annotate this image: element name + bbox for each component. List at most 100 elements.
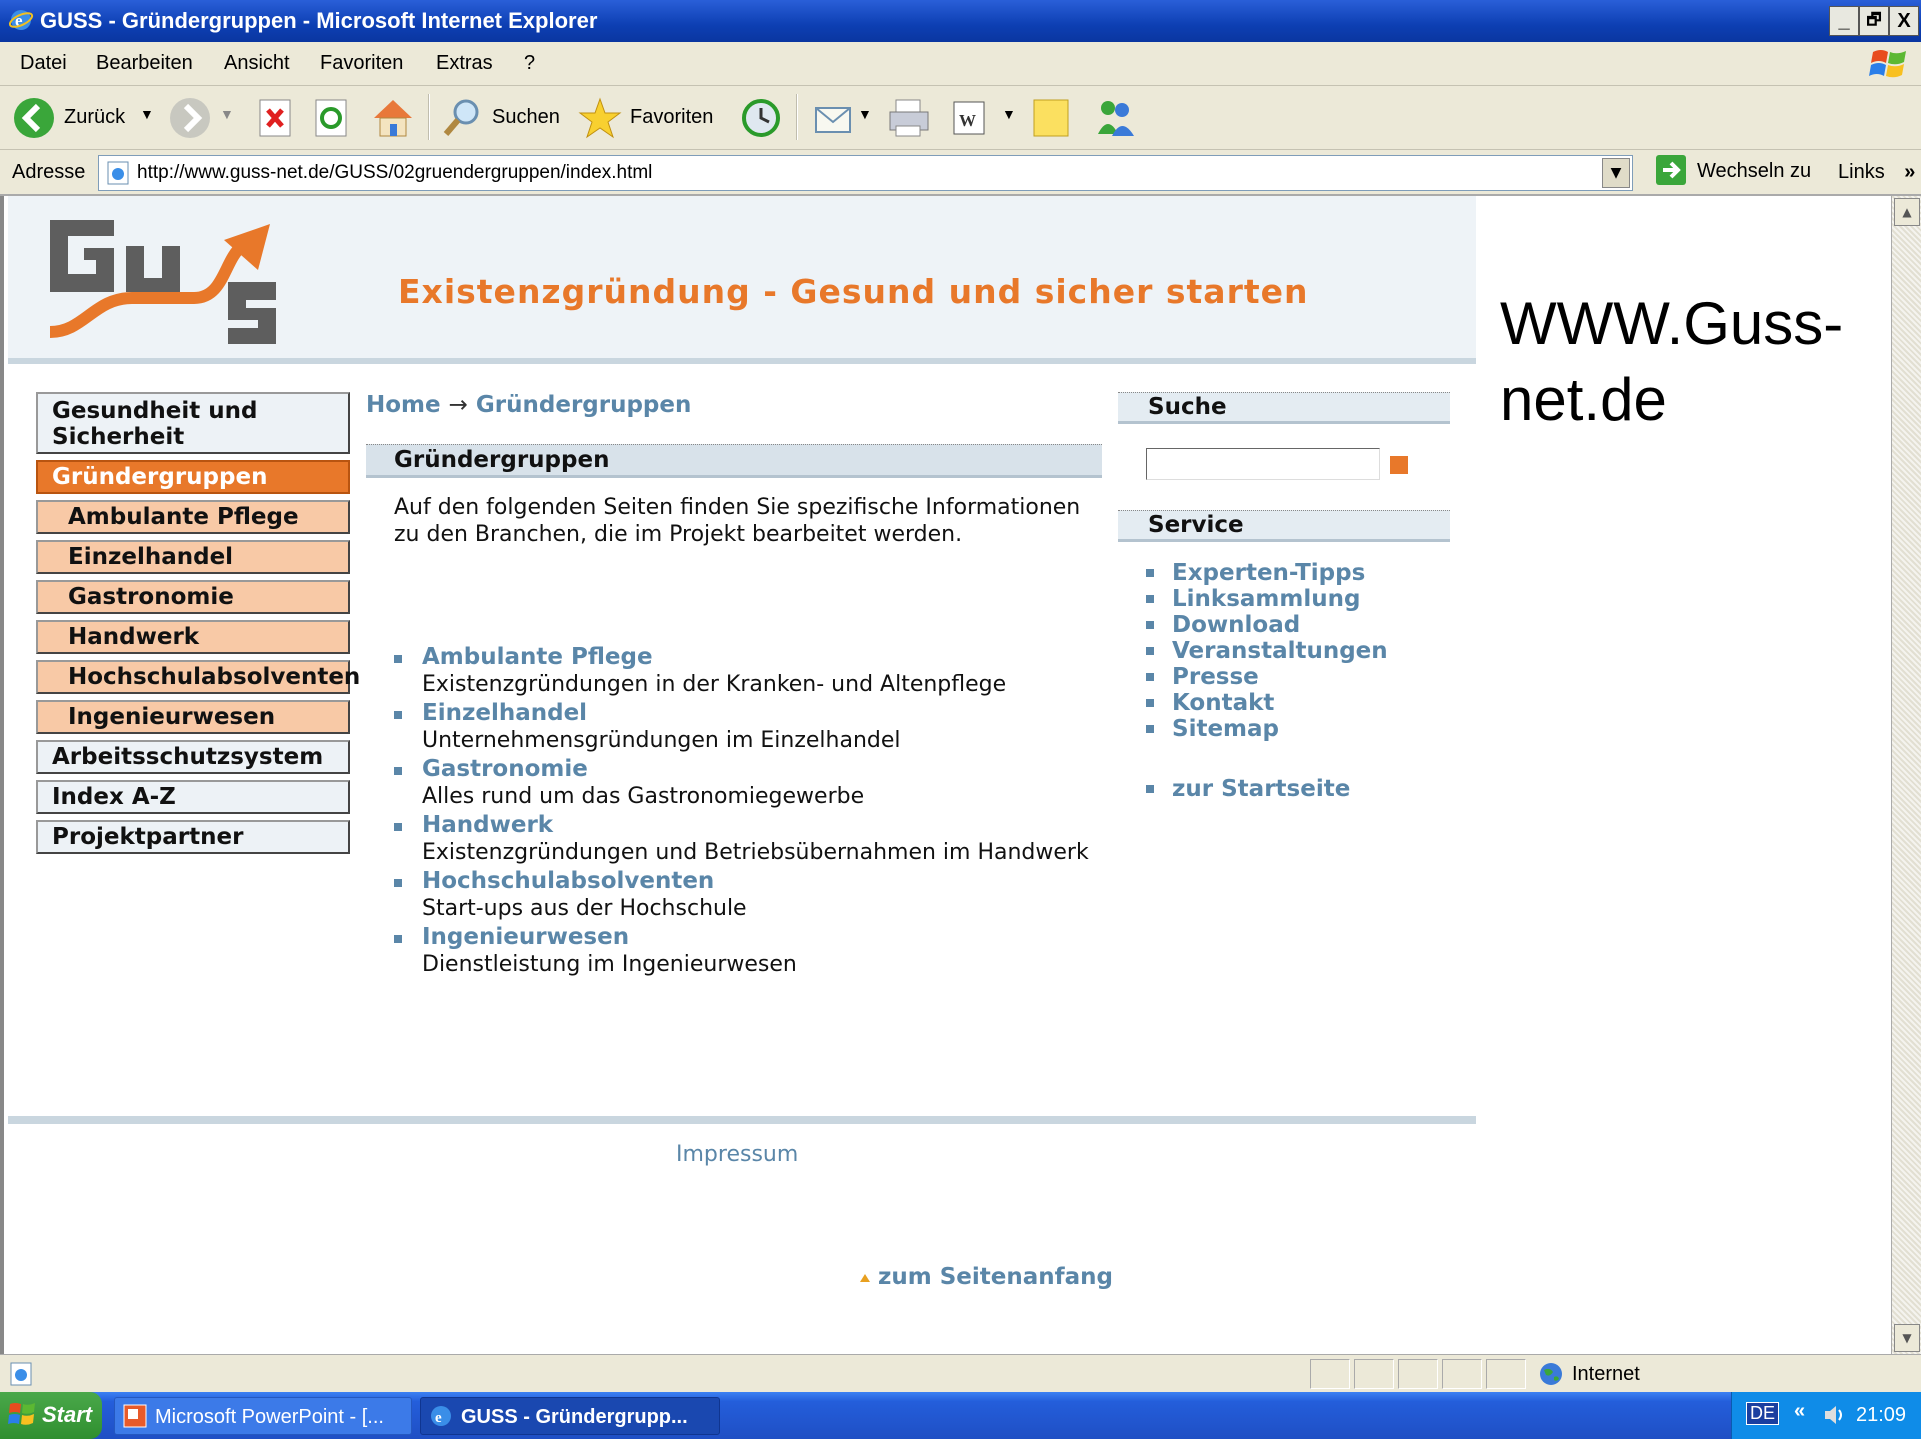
desktop-screen: e GUSS - Gründergruppen - Microsoft Inte… [0,0,1921,1439]
forward-button[interactable]: ▼ [168,96,238,140]
close-button[interactable]: X [1889,6,1919,36]
nav-top-line-2: Sicherheit [52,424,185,450]
scroll-down-icon[interactable]: ▼ [1894,1324,1920,1352]
language-indicator[interactable]: DE [1746,1402,1780,1425]
branch-link[interactable]: Ambulante Pflege [422,644,1102,671]
links-toolbar[interactable]: Links » [1838,161,1915,184]
nav-ambulante-pflege[interactable]: Ambulante Pflege [36,500,350,534]
address-label: Adresse [12,161,86,183]
nav-gruendergruppen[interactable]: Gründergruppen [36,460,350,494]
service-link-presse[interactable]: Presse [1146,664,1450,690]
startpage-link[interactable]: zur Startseite [1146,776,1450,802]
menu-help[interactable]: ? [524,52,535,75]
forward-arrow-icon [170,98,210,138]
edit-button[interactable]: W ▼ [950,96,1020,140]
globe-icon [1540,1363,1562,1385]
menu-ansicht[interactable]: Ansicht [224,52,290,75]
branch-link[interactable]: Handwerk [422,812,1102,839]
forward-dropdown-icon[interactable]: ▼ [220,106,234,122]
taskbar-ie-window[interactable]: e GUSS - Gründergrupp... [420,1397,720,1435]
status-pane [1442,1359,1482,1389]
home-icon[interactable] [370,96,416,140]
system-tray: DE « 21:09 [1731,1392,1921,1439]
up-triangle-icon [860,1273,870,1282]
start-button[interactable]: Start [0,1392,102,1439]
breadcrumb-home[interactable]: Home [366,392,441,418]
mail-icon [815,107,851,133]
mail-dropdown-icon[interactable]: ▼ [858,106,872,122]
edit-dropdown-icon[interactable]: ▼ [1002,106,1016,122]
address-dropdown-icon[interactable]: ▼ [1602,158,1630,188]
menu-extras[interactable]: Extras [436,52,493,75]
history-icon[interactable] [738,96,784,140]
site-search-input[interactable] [1146,448,1380,480]
service-link-download[interactable]: Download [1146,612,1450,638]
window-title: GUSS - Gründergruppen - Microsoft Intern… [40,8,598,33]
branch-link[interactable]: Gastronomie [422,756,1102,783]
maximize-button[interactable]: 🗗 [1859,6,1889,36]
favorites-button[interactable]: Favoriten [578,96,718,140]
mail-button[interactable]: ▼ [812,96,876,140]
site-slogan: Existenzgründung - Gesund und sicher sta… [398,272,1309,311]
window-title-bar[interactable]: e GUSS - Gründergruppen - Microsoft Inte… [0,0,1921,42]
list-item: Ambulante Pflege Existenzgründungen in de… [394,644,1102,698]
menu-datei[interactable]: Datei [20,52,67,75]
service-link-linksammlung[interactable]: Linksammlung [1146,586,1450,612]
branch-description: Existenzgründungen und Betriebsübernahme… [422,840,1089,865]
refresh-icon[interactable] [312,96,350,140]
ie-icon: e [8,10,34,30]
nav-projektpartner[interactable]: Projektpartner [36,820,350,854]
stop-icon[interactable] [256,96,294,140]
impressum-link[interactable]: Impressum [676,1142,798,1167]
address-input[interactable]: http://www.guss-net.de/GUSS/02gruendergr… [98,155,1633,191]
breadcrumb-current[interactable]: Gründergruppen [476,392,691,418]
status-pane [1310,1359,1350,1389]
branch-description: Existenzgründungen in der Kranken- und A… [422,672,1007,697]
back-button[interactable]: Zurück ▼ [12,96,162,140]
list-item: Gastronomie Alles rund um das Gastronomie… [394,756,1102,810]
content-heading: Gründergruppen [366,444,1102,478]
menu-bearbeiten[interactable]: Bearbeiten [96,52,193,75]
menu-favoriten[interactable]: Favoriten [320,52,403,75]
footer-divider [8,1116,1476,1124]
breadcrumb: Home → Gründergruppen [366,392,1102,432]
branch-link[interactable]: Einzelhandel [422,700,1102,727]
nav-hochschulabsolventen[interactable]: Hochschulabsolventen [36,660,360,694]
page-viewport[interactable]: Existenzgründung - Gesund und sicher sta… [0,196,1891,1354]
main-content: Home → Gründergruppen Gründergruppen Auf d… [366,392,1113,1290]
taskbar-powerpoint[interactable]: Microsoft PowerPoint - [... [114,1397,412,1435]
nav-gastronomie[interactable]: Gastronomie [36,580,350,614]
back-dropdown-icon[interactable]: ▼ [140,106,154,122]
service-link-sitemap[interactable]: Sitemap [1146,716,1450,742]
nav-einzelhandel[interactable]: Einzelhandel [36,540,350,574]
service-link-kontakt[interactable]: Kontakt [1146,690,1450,716]
nav-handwerk[interactable]: Handwerk [36,620,350,654]
minimize-button[interactable]: _ [1829,6,1859,36]
page-status-icon [10,1362,32,1386]
service-link-experten-tipps[interactable]: Experten-Tipps [1146,560,1450,586]
tray-chevron-icon[interactable]: « [1794,1400,1805,1423]
volume-icon[interactable] [1822,1402,1848,1428]
print-icon[interactable] [886,96,932,140]
back-to-top-link[interactable]: zum Seitenanfang [860,1264,1113,1290]
magnifier-icon [443,99,479,136]
nav-arbeitsschutzsystem[interactable]: Arbeitsschutzsystem [36,740,350,774]
list-item: Ingenieurwesen Dienstleistung im Ingenieu… [394,924,1102,978]
links-more-icon[interactable]: » [1904,161,1915,183]
scroll-up-icon[interactable]: ▲ [1894,198,1920,226]
service-link-veranstaltungen[interactable]: Veranstaltungen [1146,638,1450,664]
nav-ingenieurwesen[interactable]: Ingenieurwesen [36,700,350,734]
toolbar-separator [428,94,430,140]
vertical-scrollbar[interactable]: ▲ ▼ [1891,196,1921,1354]
guss-logo[interactable] [44,216,284,346]
search-submit-button[interactable] [1390,456,1408,474]
branch-link[interactable]: Ingenieurwesen [422,924,1102,951]
nav-index-a-z[interactable]: Index A-Z [36,780,350,814]
branch-link[interactable]: Hochschulabsolventen [422,868,1102,895]
go-arrow-icon [1656,155,1686,185]
search-button[interactable]: Suchen [440,96,560,140]
messenger-icon[interactable] [1092,96,1138,140]
ie-taskbar-icon: e [431,1406,451,1426]
note-icon[interactable] [1030,96,1074,140]
nav-gesundheit-sicherheit[interactable]: Gesundheit und Sicherheit [36,392,350,454]
